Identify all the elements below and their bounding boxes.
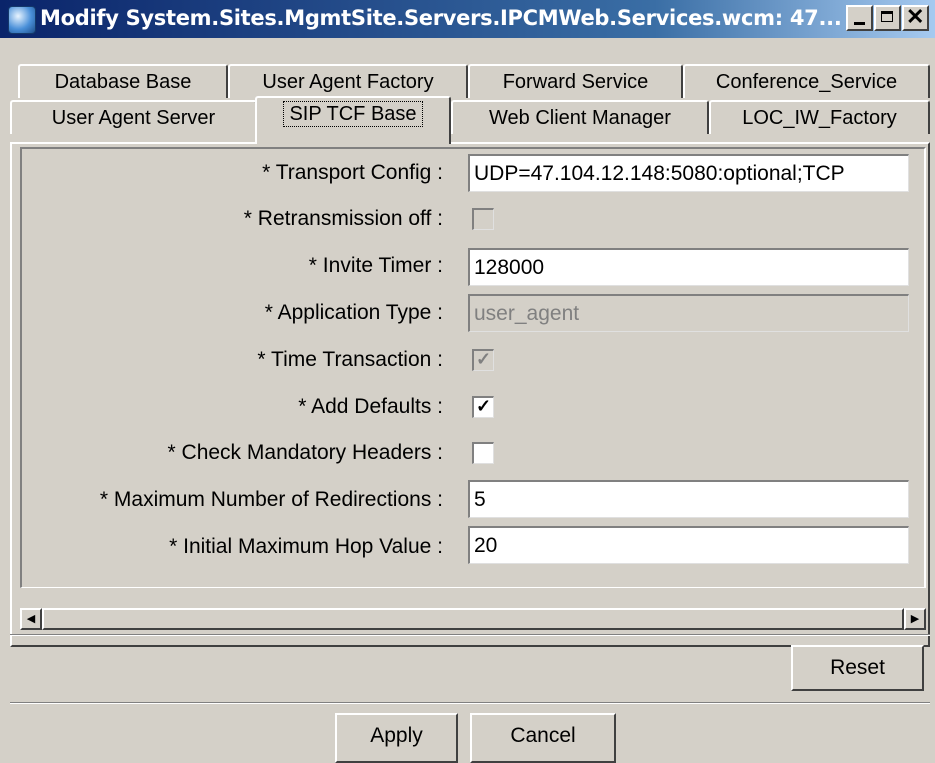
close-button[interactable]: ✕ bbox=[902, 4, 929, 31]
check-mandatory-headers-label: * Check Mandatory Headers : bbox=[167, 441, 443, 464]
divider bbox=[10, 702, 930, 704]
check-mandatory-headers-checkbox[interactable] bbox=[472, 442, 494, 464]
reset-button[interactable]: Reset bbox=[791, 645, 924, 691]
scroll-left-icon[interactable]: ◀ bbox=[20, 608, 42, 630]
horizontal-scrollbar[interactable]: ◀ ▶ bbox=[20, 608, 926, 630]
divider bbox=[10, 634, 930, 636]
tab-loc-iw-factory[interactable]: LOC_IW_Factory bbox=[709, 100, 930, 134]
tab-user-agent-factory[interactable]: User Agent Factory bbox=[228, 64, 468, 98]
close-icon: ✕ bbox=[906, 4, 925, 29]
cancel-button[interactable]: Cancel bbox=[470, 713, 616, 763]
transport-config-field[interactable]: UDP=47.104.12.148:5080:optional;TCP bbox=[468, 154, 909, 192]
tab-database-base[interactable]: Database Base bbox=[18, 64, 228, 98]
maximize-button[interactable] bbox=[874, 5, 901, 31]
scroll-right-icon[interactable]: ▶ bbox=[904, 608, 926, 630]
tab-web-client-manager[interactable]: Web Client Manager bbox=[451, 100, 709, 134]
time-transaction-checkbox: ✓ bbox=[472, 349, 494, 371]
window-title: Modify System.Sites.MgmtSite.Servers.IPC… bbox=[40, 6, 842, 30]
time-transaction-label: * Time Transaction : bbox=[257, 348, 443, 371]
application-type-field: user_agent bbox=[468, 294, 909, 332]
transport-config-label: * Transport Config : bbox=[262, 161, 443, 184]
retransmission-off-label: * Retransmission off : bbox=[243, 207, 443, 230]
tab-user-agent-server[interactable]: User Agent Server bbox=[10, 100, 257, 134]
app-icon bbox=[8, 6, 36, 34]
apply-button[interactable]: Apply bbox=[335, 713, 458, 763]
tab-forward-service[interactable]: Forward Service bbox=[468, 64, 683, 98]
minimize-icon bbox=[854, 22, 865, 25]
initial-max-hop-field[interactable]: 20 bbox=[468, 526, 909, 564]
maximize-icon bbox=[881, 11, 893, 22]
checkmark-icon: ✓ bbox=[476, 396, 492, 416]
add-defaults-checkbox[interactable]: ✓ bbox=[472, 396, 494, 418]
tab-sip-tcf-base[interactable]: SIP TCF Base bbox=[255, 96, 451, 144]
checkmark-icon: ✓ bbox=[476, 349, 492, 369]
scroll-thumb[interactable] bbox=[42, 608, 904, 630]
application-type-label: * Application Type : bbox=[264, 301, 443, 324]
invite-timer-label: * Invite Timer : bbox=[308, 254, 443, 277]
retransmission-off-checkbox bbox=[472, 208, 494, 230]
add-defaults-label: * Add Defaults : bbox=[298, 395, 443, 418]
max-redirections-label: * Maximum Number of Redirections : bbox=[99, 488, 443, 511]
minimize-button[interactable] bbox=[846, 5, 873, 31]
tab-conference-service[interactable]: Conference_Service bbox=[683, 64, 930, 98]
modify-dialog: Modify System.Sites.MgmtSite.Servers.IPC… bbox=[0, 0, 935, 763]
initial-max-hop-label: * Initial Maximum Hop Value : bbox=[169, 535, 443, 558]
title-bar[interactable]: Modify System.Sites.MgmtSite.Servers.IPC… bbox=[0, 0, 935, 38]
invite-timer-field[interactable]: 128000 bbox=[468, 248, 909, 286]
max-redirections-field[interactable]: 5 bbox=[468, 480, 909, 518]
